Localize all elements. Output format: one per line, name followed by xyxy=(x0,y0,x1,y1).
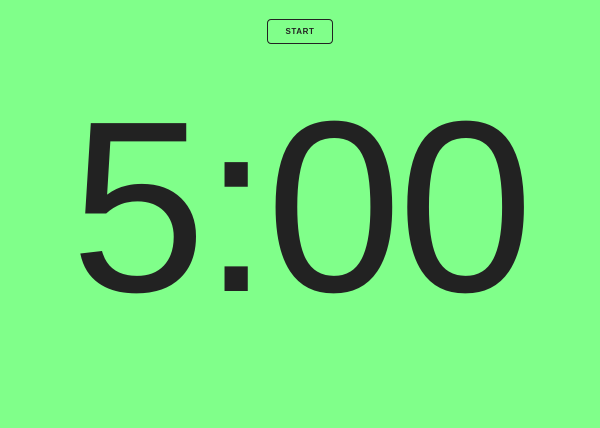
start-button[interactable]: START xyxy=(267,19,333,44)
countdown-display: 5:00 xyxy=(70,70,534,343)
timer-screen: START 5:00 xyxy=(0,0,600,428)
